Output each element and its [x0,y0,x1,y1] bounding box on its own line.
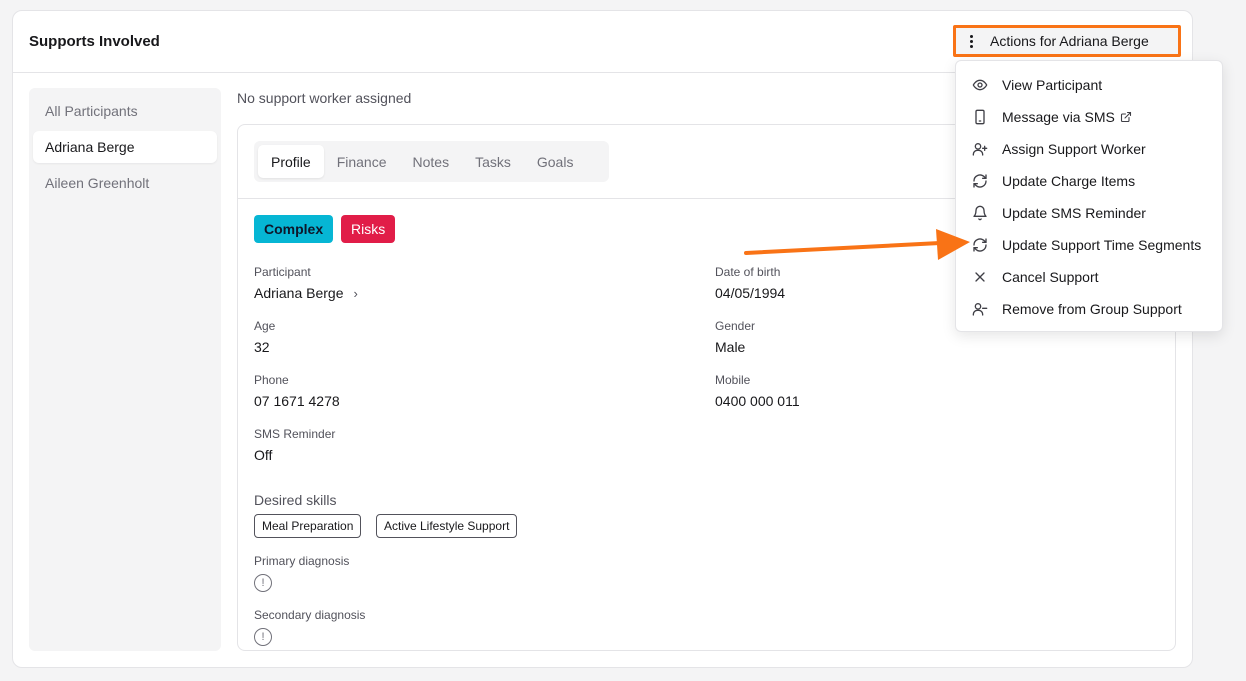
info-icon: ! [254,628,272,646]
tab-finance[interactable]: Finance [324,145,400,178]
menu-item-label: View Participant [1002,77,1103,93]
no-worker-text: No support worker assigned [237,90,412,106]
risks-badge: Risks [341,215,396,243]
phone-value: 07 1671 4278 [254,393,340,409]
menu-item-label: Update SMS Reminder [1002,205,1146,221]
menu-item-label: Message via SMS [1002,109,1115,125]
menu-item-message-sms[interactable]: Message via SMS [962,101,1216,133]
eye-icon [972,79,988,91]
participant-link[interactable]: Adriana Berge › [254,285,358,301]
menu-item-label: Update Charge Items [1002,173,1136,189]
complex-badge: Complex [254,215,334,243]
annotation-arrow [744,229,970,260]
user-plus-icon [972,143,988,156]
age-value: 32 [254,339,270,355]
tab-profile[interactable]: Profile [258,145,324,178]
external-link-icon [1120,111,1131,123]
primary-diagnosis-field: Primary diagnosis ! [254,554,349,592]
age-field: Age 32 [254,319,275,355]
primary-diagnosis-label: Primary diagnosis [254,554,350,568]
actions-button[interactable]: Actions for Adriana Berge [953,25,1181,57]
tab-list: Profile Finance Notes Tasks Goals [254,141,609,182]
menu-item-remove-group[interactable]: Remove from Group Support [962,293,1216,325]
menu-item-view-participant[interactable]: View Participant [962,69,1216,101]
info-icon: ! [254,574,272,592]
menu-item-update-sms-reminder[interactable]: Update SMS Reminder [962,197,1216,229]
menu-item-label: Update Support Time Segments [1002,237,1202,253]
sidebar-item-aileen-greenholt[interactable]: Aileen Greenholt [33,167,217,199]
dob-label: Date of birth [715,265,781,279]
gender-value: Male [715,339,746,355]
sidebar-item-all-participants[interactable]: All Participants [33,95,217,127]
menu-item-label: Remove from Group Support [1002,301,1182,317]
age-label: Age [254,319,276,333]
tab-tasks[interactable]: Tasks [462,145,524,178]
menu-item-label: Cancel Support [1002,269,1099,285]
bell-icon [973,205,987,221]
gender-field: Gender Male [715,319,755,355]
kebab-icon [964,34,978,48]
sms-reminder-value: Off [254,447,273,463]
mobile-label: Mobile [715,373,751,387]
mobile-field: Mobile 0400 000 011 [715,373,800,409]
tab-goals[interactable]: Goals [524,145,587,178]
secondary-diagnosis-field: Secondary diagnosis ! [254,608,365,646]
sms-reminder-label: SMS Reminder [254,427,336,441]
tab-notes[interactable]: Notes [400,145,463,178]
actions-menu: View Participant Message via SMS Assign … [955,60,1223,332]
participant-field: Participant Adriana Berge › [254,265,358,301]
menu-item-label: Assign Support Worker [1002,141,1146,157]
skill-chip: Meal Preparation [254,514,362,538]
participant-label: Participant [254,265,311,279]
secondary-diagnosis-label: Secondary diagnosis [254,608,366,622]
menu-item-assign-worker[interactable]: Assign Support Worker [962,133,1216,165]
phone-label: Phone [254,373,289,387]
skill-chip: Active Lifestyle Support [376,514,518,538]
mobile-value: 0400 000 011 [715,393,800,409]
participants-sidebar: All Participants Adriana Berge Aileen Gr… [29,88,221,651]
participant-value: Adriana Berge [254,285,344,301]
sidebar-item-adriana-berge[interactable]: Adriana Berge [33,131,217,163]
phone-field: Phone 07 1671 4278 [254,373,340,409]
page-title: Supports Involved [29,33,160,50]
phone-icon [975,109,985,125]
dob-value: 04/05/1994 [715,285,786,301]
dob-field: Date of birth 04/05/1994 [715,265,785,301]
chevron-right-icon: › [353,285,358,301]
desired-skills-label: Desired skills [254,492,337,508]
gender-label: Gender [715,319,756,333]
menu-item-update-charge-items[interactable]: Update Charge Items [962,165,1216,197]
menu-item-cancel-support[interactable]: Cancel Support [962,261,1216,293]
menu-item-update-time-segments[interactable]: Update Support Time Segments [962,229,1216,261]
sms-reminder-field: SMS Reminder Off [254,427,335,463]
user-minus-icon [972,303,988,316]
refresh-icon [973,174,987,188]
actions-button-label: Actions for Adriana Berge [990,33,1149,49]
close-icon [975,272,985,282]
